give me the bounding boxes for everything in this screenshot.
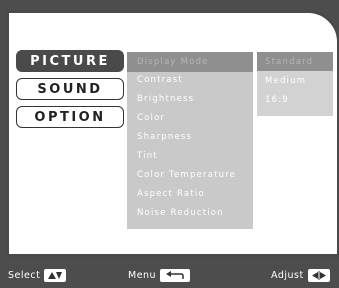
menu-item-color-temperature[interactable]: Color Temperature	[127, 165, 253, 185]
hint-menu: Menu	[128, 269, 191, 282]
left-right-arrows-icon	[307, 269, 330, 282]
adjust-hint-label: Adjust	[271, 270, 304, 281]
display-mode-options: Standard Medium 16:9	[257, 52, 333, 116]
menu-item-brightness[interactable]: Brightness	[127, 89, 253, 109]
return-arrow-icon	[160, 269, 191, 282]
menu-item-contrast[interactable]: Contrast	[127, 70, 253, 90]
menu-item-display-mode[interactable]: Display Mode	[127, 52, 253, 72]
menu-item-noise-reduction[interactable]: Noise Reduction	[127, 203, 253, 223]
tab-sound[interactable]: SOUND	[16, 78, 124, 100]
menu-hint-label: Menu	[128, 270, 157, 281]
hint-bar: Select Menu Adjust	[0, 257, 339, 288]
up-down-arrows-icon	[44, 269, 67, 282]
tab-picture[interactable]: PICTURE	[16, 50, 124, 72]
select-hint-label: Select	[8, 270, 41, 281]
menu-item-color[interactable]: Color	[127, 108, 253, 128]
picture-settings-list: Display Mode Contrast Brightness Color S…	[127, 52, 253, 229]
option-standard[interactable]: Standard	[257, 52, 333, 71]
hint-select: Select	[8, 269, 67, 282]
option-medium[interactable]: Medium	[257, 71, 333, 90]
menu-item-tint[interactable]: Tint	[127, 146, 253, 166]
option-16-9[interactable]: 16:9	[257, 90, 333, 109]
tab-option[interactable]: OPTION	[16, 106, 124, 128]
hint-adjust: Adjust	[271, 269, 330, 282]
menu-item-sharpness[interactable]: Sharpness	[127, 127, 253, 147]
menu-item-aspect-ratio[interactable]: Aspect Ratio	[127, 184, 253, 204]
